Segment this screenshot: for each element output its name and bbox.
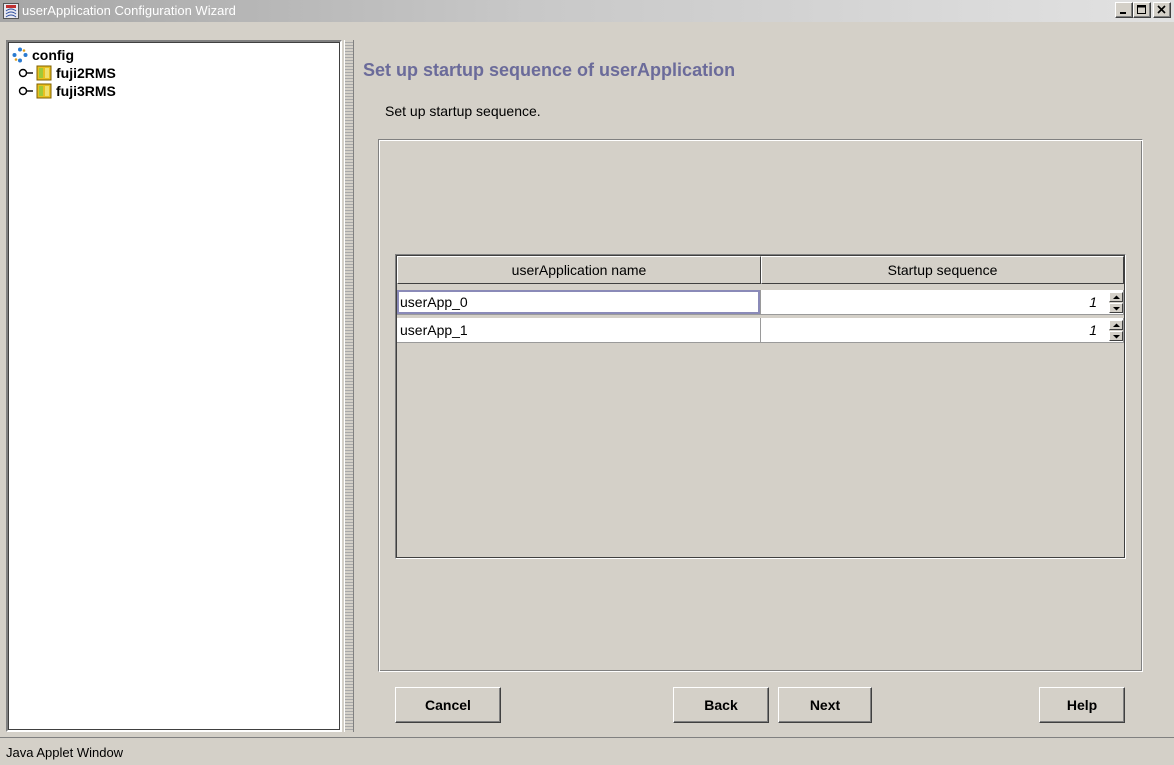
tree-node-label: fuji2RMS bbox=[56, 65, 116, 81]
table-cell-sequence[interactable]: 1 bbox=[761, 290, 1124, 315]
maximize-icon bbox=[1137, 5, 1146, 14]
help-button[interactable]: Help bbox=[1039, 687, 1125, 723]
cancel-button[interactable]: Cancel bbox=[395, 687, 501, 723]
tree-node-label: config bbox=[32, 47, 74, 63]
tree-node-fuji2rms[interactable]: fuji2RMS bbox=[18, 64, 116, 82]
close-button[interactable] bbox=[1153, 2, 1171, 18]
table-cell-name[interactable]: userApp_1 bbox=[397, 318, 761, 343]
spin-up-icon bbox=[1113, 323, 1120, 327]
spinner-down-button[interactable] bbox=[1109, 303, 1123, 313]
spin-down-icon bbox=[1113, 307, 1120, 311]
folder-icon bbox=[36, 65, 52, 81]
status-text: Java Applet Window bbox=[6, 745, 124, 760]
java-applet-icon bbox=[3, 3, 19, 19]
column-header-name[interactable]: userApplication name bbox=[397, 256, 761, 284]
window-title: userApplication Configuration Wizard bbox=[22, 3, 236, 18]
page-subtitle: Set up startup sequence. bbox=[385, 103, 541, 119]
minimize-button[interactable] bbox=[1115, 2, 1133, 18]
spin-down-icon bbox=[1113, 335, 1120, 339]
sequence-spinner[interactable] bbox=[1109, 292, 1123, 313]
spinner-down-button[interactable] bbox=[1109, 331, 1123, 341]
config-node-icon bbox=[12, 47, 28, 63]
minimize-icon bbox=[1120, 12, 1126, 14]
folder-icon bbox=[36, 83, 52, 99]
table-cell-sequence[interactable]: 1 bbox=[761, 318, 1124, 343]
next-button[interactable]: Next bbox=[778, 687, 872, 723]
table-cell-name[interactable]: userApp_0 bbox=[397, 290, 761, 315]
status-bar: Java Applet Window bbox=[0, 737, 1174, 765]
back-button[interactable]: Back bbox=[673, 687, 769, 723]
config-tree-panel[interactable]: config fuji2RMS fuji3RMS bbox=[6, 40, 342, 732]
spinner-up-button[interactable] bbox=[1109, 292, 1123, 302]
spin-up-icon bbox=[1113, 295, 1120, 299]
pane-splitter[interactable] bbox=[344, 40, 354, 732]
tree-node-label: fuji3RMS bbox=[56, 83, 116, 99]
page-title: Set up startup sequence of userApplicati… bbox=[363, 60, 736, 80]
window-title-bar[interactable]: userApplication Configuration Wizard bbox=[0, 0, 1174, 22]
tree-expander-icon[interactable] bbox=[18, 67, 34, 79]
maximize-button[interactable] bbox=[1133, 2, 1151, 18]
tree-expander-icon[interactable] bbox=[18, 85, 34, 97]
close-icon bbox=[1157, 5, 1166, 14]
tree-node-config[interactable]: config bbox=[12, 46, 74, 64]
tree-node-fuji3rms[interactable]: fuji3RMS bbox=[18, 82, 116, 100]
sequence-spinner[interactable] bbox=[1109, 320, 1123, 341]
spinner-up-button[interactable] bbox=[1109, 320, 1123, 330]
column-header-sequence[interactable]: Startup sequence bbox=[761, 256, 1124, 284]
